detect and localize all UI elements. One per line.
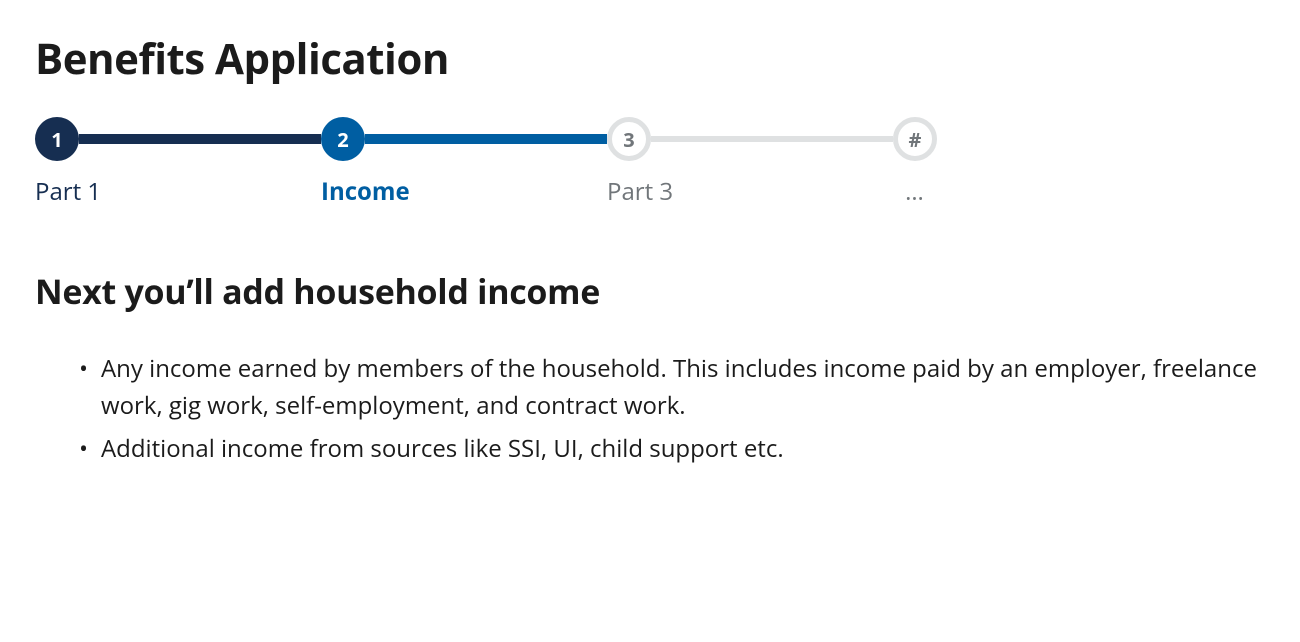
step-1-label: Part 1	[35, 175, 321, 208]
page-title: Benefits Application	[35, 30, 1265, 87]
list-item: Any income earned by members of the hous…	[101, 350, 1265, 424]
step-1: 1 Part 1	[35, 117, 321, 208]
step-connector-2	[365, 134, 607, 144]
step-1-circle: 1	[35, 117, 79, 161]
step-2-label: Income	[321, 175, 607, 208]
info-list: Any income earned by members of the hous…	[35, 350, 1265, 468]
step-3: 3 Part 3	[607, 117, 893, 208]
step-2: 2 Income	[321, 117, 607, 208]
section-heading: Next you’ll add household income	[35, 268, 1265, 314]
step-2-circle: 2	[321, 117, 365, 161]
step-more-label: …	[893, 175, 937, 208]
list-item: Additional income from sources like SSI,…	[101, 430, 1265, 467]
step-more: # …	[893, 117, 937, 208]
step-connector-3	[651, 136, 893, 142]
step-connector-1	[79, 134, 321, 144]
step-3-circle: 3	[607, 117, 651, 161]
step-3-label: Part 3	[607, 175, 893, 208]
step-more-circle: #	[893, 117, 937, 161]
progress-stepper: 1 Part 1 2 Income 3 Part 3 # …	[35, 117, 1265, 208]
